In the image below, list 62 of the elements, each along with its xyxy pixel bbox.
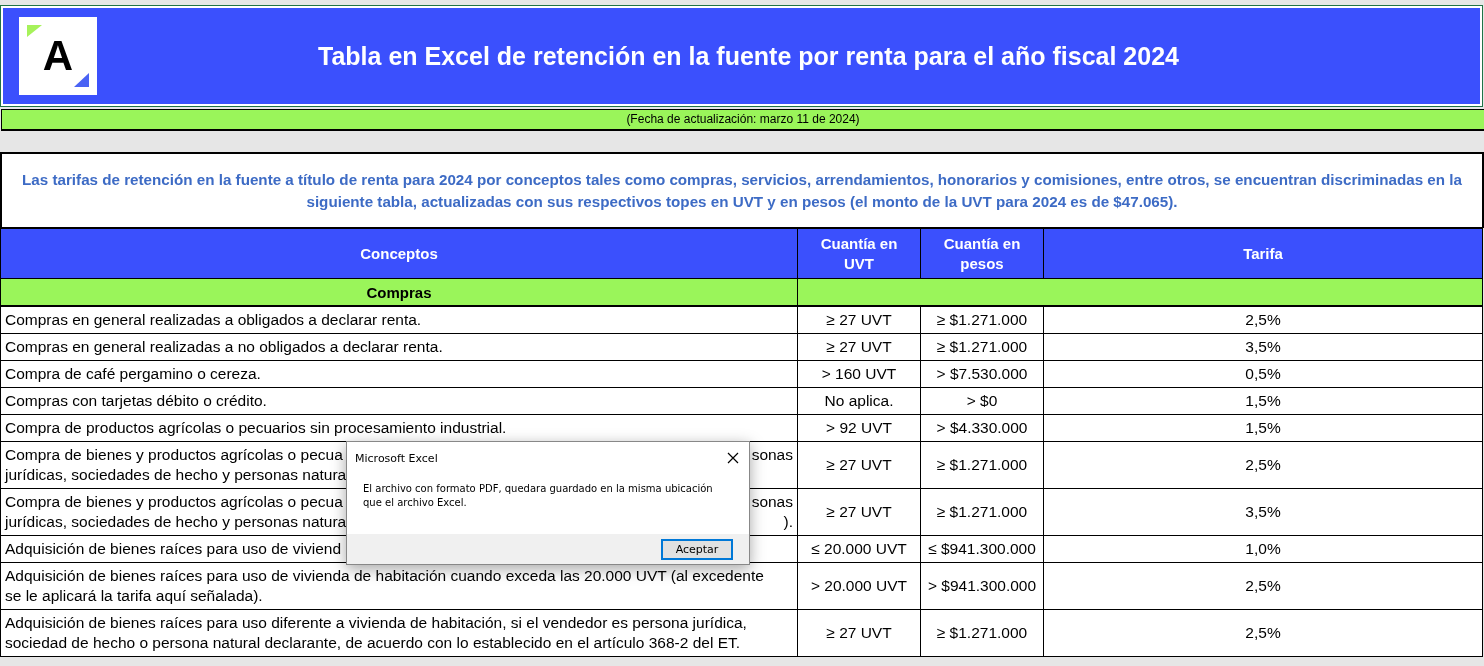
uvt-cell: > 160 UVT — [821, 365, 897, 382]
uvt-cell: ≥ 27 UVT — [826, 456, 892, 473]
pesos-cell: ≥ $1.271.000 — [936, 503, 1028, 520]
pesos-cell: ≥ $1.271.000 — [936, 624, 1028, 641]
pesos-cell: > $7.530.000 — [936, 365, 1028, 382]
uvt-cell: ≥ 27 UVT — [826, 503, 892, 520]
uvt-cell: No aplica. — [824, 392, 894, 409]
rate-cell: 1,5% — [1245, 419, 1281, 436]
rate-cell: 1,0% — [1245, 540, 1281, 557]
rate-cell: 2,5% — [1245, 624, 1281, 641]
concept-text: jurídicas, sociedades de hecho y personas natura — [5, 512, 347, 532]
concept-text: Adquisición de bienes raíces para uso diferente a vivienda de habitación, si el vendedor es persona jurídica, — [5, 613, 747, 633]
concept-text: se le aplicará la tarifa aquí señalada). — [5, 586, 263, 606]
concept-text: Compra de bienes y productos agrícolas o pecua — [5, 445, 343, 465]
concept-text: sonas — [751, 445, 793, 465]
dialog-title: Microsoft Excel — [355, 451, 438, 465]
uvt-cell: ≤ 20.000 UVT — [811, 540, 907, 557]
page-title: Tabla en Excel de retención en la fuente por renta para el año fiscal 2024 — [317, 41, 1180, 71]
rate-cell: 0,5% — [1245, 365, 1281, 382]
update-date: (Fecha de actualización: marzo 11 de 2024) — [1, 109, 1484, 131]
column-header: Cuantía en UVT — [797, 228, 921, 279]
pesos-cell: ≥ $1.271.000 — [936, 456, 1028, 473]
rate-cell: 2,5% — [1245, 456, 1281, 473]
concept-text: sonas — [751, 492, 793, 512]
concept-text: Compras con tarjetas débito o crédito. — [5, 391, 267, 411]
concept-text: Compra de bienes y productos agrícolas o pecua — [5, 492, 343, 512]
concept-text: Adquisición de bienes raíces para uso de vivienda de habitación cuando exceda las 20.000 UVT (al excedente — [5, 566, 764, 586]
column-header: Conceptos — [0, 228, 798, 279]
rate-cell: 2,5% — [1245, 311, 1281, 328]
pesos-cell: ≤ $941.300.000 — [928, 540, 1036, 557]
rate-cell: 1,5% — [1245, 392, 1281, 409]
column-header: Cuantía en pesos — [920, 228, 1044, 279]
close-button[interactable] — [725, 450, 741, 466]
pesos-cell: > $941.300.000 — [927, 577, 1037, 594]
pesos-cell: > $0 — [966, 392, 998, 409]
concept-text: jurídicas, sociedades de hecho y personas natura — [5, 465, 347, 485]
triangle-icon — [74, 73, 89, 87]
concept-text: sociedad de hecho o persona natural declarante, de acuerdo con lo establecido en el artículo 368-2 del ET. — [5, 633, 741, 653]
pesos-cell: ≥ $1.271.000 — [936, 311, 1028, 328]
accept-button[interactable]: Aceptar — [661, 538, 733, 560]
logo-letter: A — [42, 40, 74, 72]
rate-cell: 3,5% — [1245, 503, 1281, 520]
pesos-cell: ≥ $1.271.000 — [936, 338, 1028, 355]
uvt-cell: > 20.000 UVT — [810, 577, 908, 594]
uvt-cell: ≥ 27 UVT — [826, 311, 892, 328]
rate-cell: 3,5% — [1245, 338, 1281, 355]
uvt-cell: > 92 UVT — [826, 419, 892, 436]
uvt-cell: ≥ 27 UVT — [826, 338, 892, 355]
concept-text: Compra de productos agrícolas o pecuarios sin procesamiento industrial. — [5, 418, 507, 438]
dialog-message: El archivo con formato PDF, quedara guardado en la misma ubicación que el archivo Excel. — [362, 482, 714, 510]
section-header: Compras — [0, 278, 798, 306]
intro-paragraph: Las tarifas de retención en la fuente a título de renta para 2024 por conceptos tales como compras, servicios, arrendamientos, honorarios y comisiones, entre otros, se encuentran discriminadas en la siguiente tabla, actualizadas con sus respectivos topes en UVT y en pesos (el monto de la UVT para 2024 es de $47.065). — [0, 152, 1484, 228]
pesos-cell: > $4.330.000 — [936, 419, 1028, 436]
concept-text: Compra de café pergamino o cereza. — [5, 364, 261, 384]
column-header: Tarifa — [1043, 228, 1483, 279]
uvt-cell: ≥ 27 UVT — [826, 624, 892, 641]
rate-cell: 2,5% — [1245, 577, 1281, 594]
concept-text: ). — [783, 512, 793, 532]
concept-text: Compras en general realizadas a no obligados a declarar renta. — [5, 337, 443, 357]
concept-text: Adquisición de bienes raíces para uso de viviend — [5, 539, 342, 559]
triangle-icon — [27, 25, 42, 37]
concept-text: Compras en general realizadas a obligados a declarar renta. — [5, 310, 422, 330]
